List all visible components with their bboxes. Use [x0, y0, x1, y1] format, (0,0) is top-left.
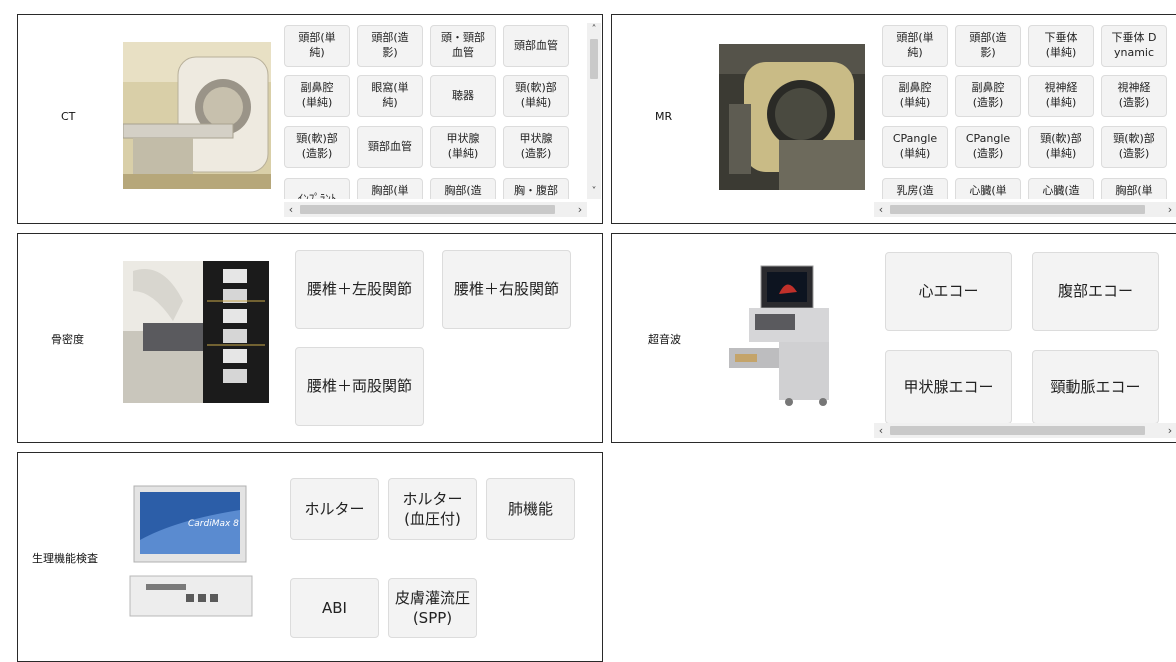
mr-button-cpangle-contrast[interactable]: CPangle (造影) [955, 126, 1021, 168]
ct-label: CT [61, 110, 76, 123]
ct-button-chest-contrast[interactable]: 胸部(造 影) [430, 178, 496, 199]
ecg-device-photo: CardiMax 8 [126, 480, 256, 626]
device-brand-text: CardiMax 8 [188, 519, 239, 529]
ct-hscroll-thumb[interactable] [300, 205, 555, 214]
mr-button-neck-soft-plain[interactable]: 頸(軟)部 (単純) [1028, 126, 1094, 168]
mr-button-optic-nerve-plain[interactable]: 視神経 (単純) [1028, 75, 1094, 117]
us-button-carotid-echo[interactable]: 頸動脈エコー [1032, 350, 1159, 424]
ct-button-chest-plain[interactable]: 胸部(単 純) [357, 178, 423, 199]
us-button-abdomen-echo[interactable]: 腹部エコー [1032, 252, 1159, 331]
ultrasound-machine-photo [719, 262, 863, 408]
physiology-panel: 生理機能検査 CardiMax 8 ホルター ホルター (血圧付) 肺機能 AB… [17, 452, 603, 662]
mr-button-pituitary-dynamic[interactable]: 下垂体 D ynamic [1101, 25, 1167, 67]
ct-button-neck-vessel[interactable]: 頸部血管 [357, 126, 423, 168]
ct-button-thyroid-contrast[interactable]: 甲状腺 (造影) [503, 126, 569, 168]
ct-button-head-contrast[interactable]: 頭部(造 影) [357, 25, 423, 67]
mr-button-cpangle-plain[interactable]: CPangle (単純) [882, 126, 948, 168]
physio-button-spp[interactable]: 皮膚灌流圧 (SPP) [388, 578, 477, 638]
ct-button-chest-abdomen-plain[interactable]: 胸・腹部 (単純) [503, 178, 569, 199]
ct-vertical-scrollbar[interactable]: ˄ ˅ [587, 23, 601, 199]
mr-scroll-left-icon[interactable]: ‹ [874, 202, 888, 217]
physio-button-lung-function[interactable]: 肺機能 [486, 478, 575, 540]
mr-button-chest-plain[interactable]: 胸部(単 純) [1101, 178, 1167, 199]
mr-button-grid: 頭部(単 純) 頭部(造 影) 下垂体 (単純) 下垂体 D ynamic 副鼻… [882, 23, 1176, 199]
mr-button-pituitary-plain[interactable]: 下垂体 (単純) [1028, 25, 1094, 67]
bone-button-lumbar-left-hip[interactable]: 腰椎＋左股関節 [295, 250, 424, 329]
us-horizontal-scrollbar[interactable]: ‹ › [874, 423, 1176, 438]
us-hscroll-thumb[interactable] [890, 426, 1145, 435]
mr-scanner-photo [719, 44, 865, 190]
physio-button-holter-bp[interactable]: ホルター (血圧付) [388, 478, 477, 540]
ct-button-neck-soft-plain[interactable]: 頸(軟)部 (単純) [503, 75, 569, 117]
mr-button-sinus-plain[interactable]: 副鼻腔 (単純) [882, 75, 948, 117]
ct-scroll-left-icon[interactable]: ‹ [284, 202, 298, 217]
bone-density-photo [123, 261, 269, 403]
mr-horizontal-scrollbar[interactable]: ‹ › [874, 202, 1176, 217]
ct-panel: CT 頭部(単 純) 頭部(造 影) 頭・頸部 血管 頭部血管 副鼻腔 (単純)… [17, 14, 603, 224]
ct-button-grid: 頭部(単 純) 頭部(造 影) 頭・頸部 血管 頭部血管 副鼻腔 (単純) 眼窩… [284, 23, 587, 199]
ct-vscroll-thumb[interactable] [590, 39, 598, 79]
physio-button-abi[interactable]: ABI [290, 578, 379, 638]
ct-scroll-right-icon[interactable]: › [573, 202, 587, 217]
bone-button-lumbar-both-hips[interactable]: 腰椎＋両股関節 [295, 347, 424, 426]
mr-button-sinus-contrast[interactable]: 副鼻腔 (造影) [955, 75, 1021, 117]
physio-button-holter[interactable]: ホルター [290, 478, 379, 540]
ct-button-implant[interactable]: ｲﾝﾌﾟﾗﾝﾄ [284, 178, 350, 199]
ultrasound-panel: 超音波 心エコー 腹部エコー 甲状腺エコー 頸動脈エコー ‹ › [611, 233, 1176, 443]
ct-button-thyroid-plain[interactable]: 甲状腺 (単純) [430, 126, 496, 168]
mr-button-heart-contrast[interactable]: 心臓(造 影) [1028, 178, 1094, 199]
us-button-heart-echo[interactable]: 心エコー [885, 252, 1012, 331]
mr-button-heart-plain[interactable]: 心臓(単 純) [955, 178, 1021, 199]
us-scroll-left-icon[interactable]: ‹ [874, 423, 888, 438]
mr-button-breast-contrast[interactable]: 乳房(造 影) [882, 178, 948, 199]
mr-hscroll-thumb[interactable] [890, 205, 1145, 214]
ct-scanner-photo [123, 42, 271, 189]
bone-button-lumbar-right-hip[interactable]: 腰椎＋右股関節 [442, 250, 571, 329]
ct-button-neck-soft-contrast[interactable]: 頸(軟)部 (造影) [284, 126, 350, 168]
physiology-label: 生理機能検査 [32, 552, 98, 565]
ct-button-head-neck-vessel[interactable]: 頭・頸部 血管 [430, 25, 496, 67]
ultrasound-label: 超音波 [648, 333, 681, 346]
ct-button-head-vessel[interactable]: 頭部血管 [503, 25, 569, 67]
ct-button-sinus-plain[interactable]: 副鼻腔 (単純) [284, 75, 350, 117]
mr-button-optic-nerve-contrast[interactable]: 視神経 (造影) [1101, 75, 1167, 117]
ct-button-ear[interactable]: 聴器 [430, 75, 496, 117]
us-scroll-right-icon[interactable]: › [1163, 423, 1176, 438]
ct-button-head-plain[interactable]: 頭部(単 純) [284, 25, 350, 67]
ct-scroll-up-icon[interactable]: ˄ [587, 23, 601, 37]
mr-panel: MR 頭部(単 純) 頭部(造 影) 下垂体 (単純) 下垂体 D ynamic… [611, 14, 1176, 224]
bone-density-panel: 骨密度 腰椎＋左股関節 腰椎＋右股関節 腰椎＋両股関節 [17, 233, 603, 443]
mr-button-head-plain[interactable]: 頭部(単 純) [882, 25, 948, 67]
mr-label: MR [655, 110, 673, 123]
us-button-thyroid-echo[interactable]: 甲状腺エコー [885, 350, 1012, 424]
bone-density-label: 骨密度 [51, 333, 84, 346]
ct-button-orbit-plain[interactable]: 眼窩(単 純) [357, 75, 423, 117]
ct-scroll-down-icon[interactable]: ˅ [587, 185, 601, 199]
mr-scroll-right-icon[interactable]: › [1163, 202, 1176, 217]
ct-horizontal-scrollbar[interactable]: ‹ › [284, 202, 587, 217]
mr-button-neck-soft-contrast[interactable]: 頸(軟)部 (造影) [1101, 126, 1167, 168]
mr-button-head-contrast[interactable]: 頭部(造 影) [955, 25, 1021, 67]
